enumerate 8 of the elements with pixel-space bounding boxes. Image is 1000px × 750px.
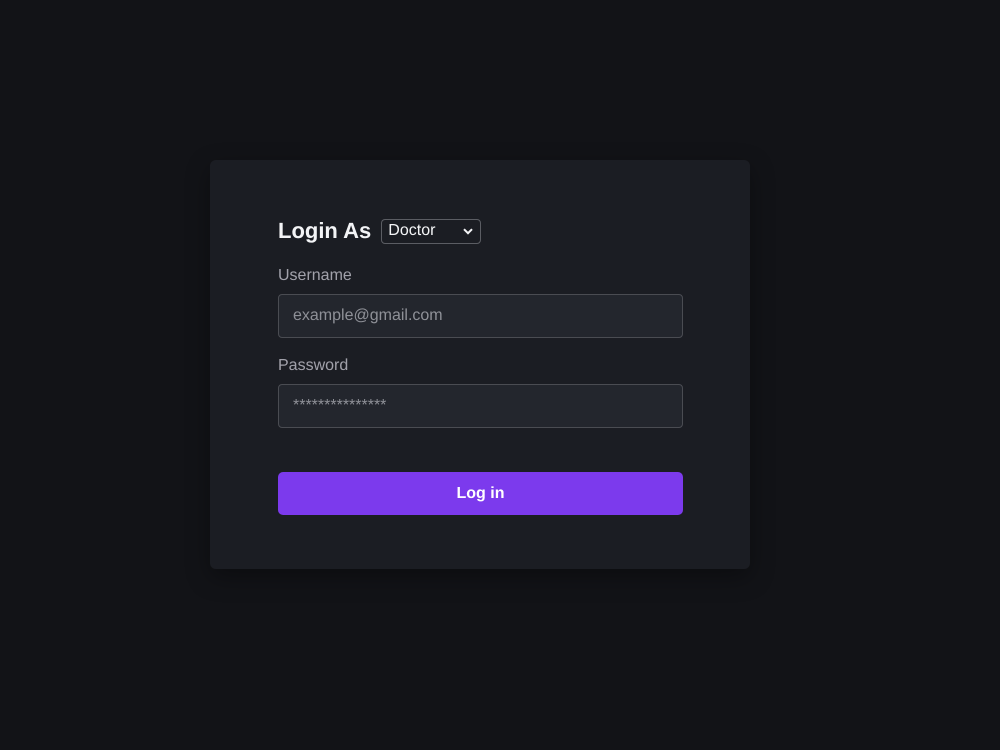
login-button[interactable]: Log in (278, 472, 683, 515)
field-label: Username (278, 266, 353, 286)
input-field[interactable]: *************** (278, 384, 683, 428)
field-label: Password (278, 356, 350, 376)
chevron-down-icon (463, 228, 474, 234)
role-select[interactable]: Doctor (381, 218, 482, 244)
form-title: Login As (278, 217, 372, 245)
input-field[interactable]: example@gmail.com (278, 294, 683, 338)
